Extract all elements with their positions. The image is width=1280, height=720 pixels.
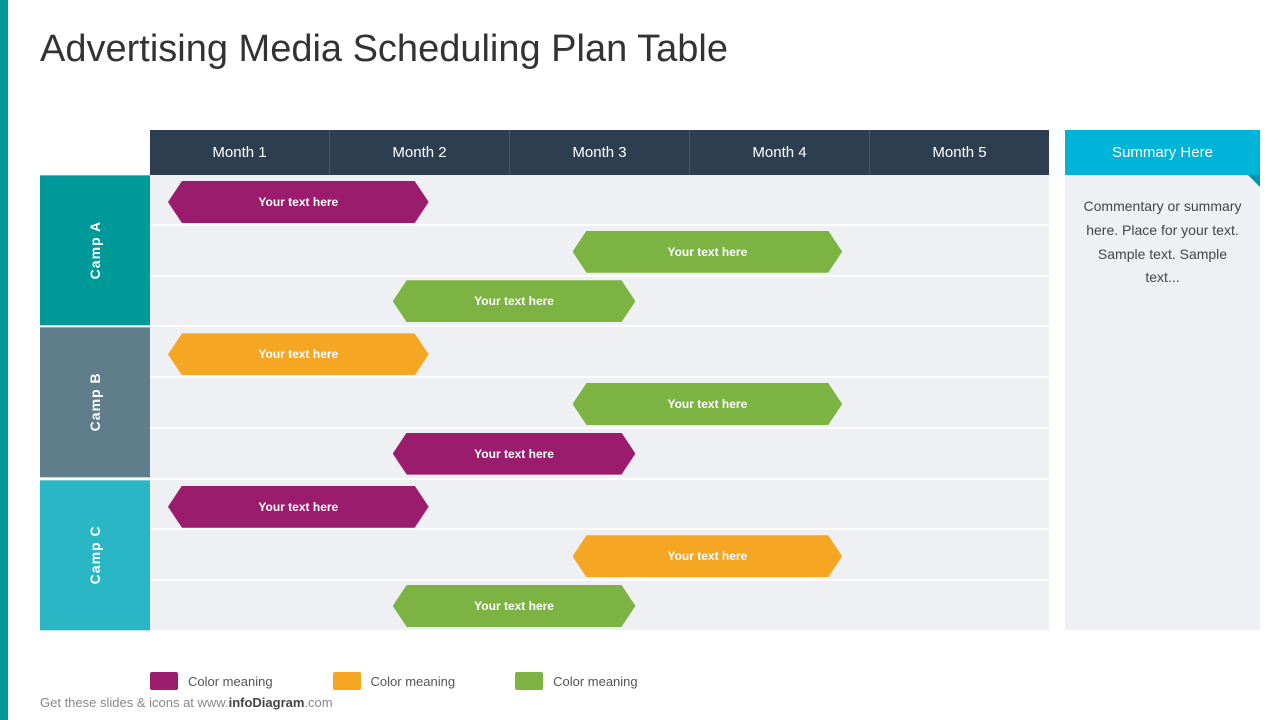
gantt-header: Month 1 Month 2 Month 3 Month 4 Month 5 [150, 130, 1049, 175]
bars-layer-b: Your text here Your text here Your text … [150, 327, 1049, 477]
camp-a-row: Camp A [40, 175, 1049, 327]
legend-item-orange: Color meaning [333, 672, 456, 690]
summary-body: Commentary or summary here. Place for yo… [1065, 175, 1260, 630]
bar-c3: Your text here [393, 585, 636, 627]
camp-b-row: Camp B [40, 327, 1049, 479]
bar-b3: Your text here [393, 433, 636, 475]
bars-layer-a: Your text here Your text here Your text … [150, 175, 1049, 325]
summary-header: Summary Here [1065, 130, 1260, 175]
main-content: Month 1 Month 2 Month 3 Month 4 Month 5 … [40, 130, 1260, 630]
camp-b-body: Your text here Your text here Your text … [150, 327, 1049, 477]
camp-a-body: Your text here Your text here Your text … [150, 175, 1049, 325]
bar-a1: Your text here [168, 181, 429, 223]
legend: Color meaning Color meaning Color meanin… [150, 672, 638, 690]
camp-c-label: Camp C [40, 480, 150, 630]
camp-c-body: Your text here Your text here Your text … [150, 480, 1049, 630]
legend-label-orange: Color meaning [371, 674, 456, 689]
camp-c-row: Camp C [40, 480, 1049, 630]
month-2-header: Month 2 [330, 130, 510, 175]
page-title: Advertising Media Scheduling Plan Table [40, 28, 728, 71]
footer-text: Get these slides & icons at www.infoDiag… [40, 695, 333, 710]
bar-b2: Your text here [573, 383, 843, 425]
gantt-section: Month 1 Month 2 Month 3 Month 4 Month 5 … [40, 130, 1049, 630]
legend-label-green: Color meaning [553, 674, 638, 689]
gantt-rows: Camp A [40, 175, 1049, 630]
bar-c1: Your text here [168, 486, 429, 528]
month-4-header: Month 4 [690, 130, 870, 175]
legend-label-purple: Color meaning [188, 674, 273, 689]
legend-swatch-purple [150, 672, 178, 690]
bars-layer-c: Your text here Your text here Your text … [150, 480, 1049, 630]
camp-a-label: Camp A [40, 175, 150, 325]
summary-panel: Summary Here Commentary or summary here.… [1065, 130, 1260, 630]
bar-b1: Your text here [168, 333, 429, 375]
camp-b-label: Camp B [40, 327, 150, 477]
legend-swatch-orange [333, 672, 361, 690]
month-1-header: Month 1 [150, 130, 330, 175]
left-accent-bar [0, 0, 8, 720]
bar-a2: Your text here [573, 231, 843, 273]
month-3-header: Month 3 [510, 130, 690, 175]
month-5-header: Month 5 [870, 130, 1049, 175]
legend-item-green: Color meaning [515, 672, 638, 690]
legend-swatch-green [515, 672, 543, 690]
bar-a3: Your text here [393, 280, 636, 322]
bar-c2: Your text here [573, 535, 843, 577]
legend-item-purple: Color meaning [150, 672, 273, 690]
